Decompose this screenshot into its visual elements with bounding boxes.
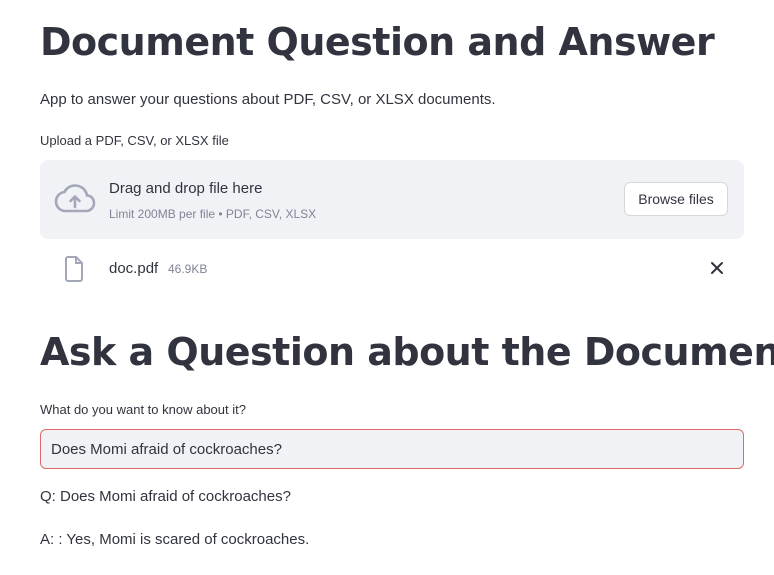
drag-drop-text: Drag and drop file here: [109, 180, 263, 197]
page-title: Document Question and Answer: [40, 20, 715, 64]
file-uploader-dropzone[interactable]: Drag and drop file here Limit 200MB per …: [40, 160, 744, 239]
cloud-upload-icon: [54, 184, 96, 213]
uploader-label: Upload a PDF, CSV, or XLSX file: [40, 133, 229, 148]
answer-text: A: : Yes, Momi is scared of cockroaches.: [40, 531, 310, 548]
page: Document Question and Answer App to answ…: [0, 0, 774, 575]
file-icon: [65, 256, 83, 282]
uploaded-file-name: doc.pdf: [109, 260, 159, 277]
question-section-title: Ask a Question about the Document: [40, 330, 774, 374]
close-icon[interactable]: [708, 259, 726, 277]
question-echo-text: Q: Does Momi afraid of cockroaches?: [40, 488, 291, 505]
question-input-label: What do you want to know about it?: [40, 402, 246, 417]
browse-files-button[interactable]: Browse files: [624, 182, 728, 216]
uploaded-file-row: doc.pdf 46.9KB: [40, 250, 744, 286]
uploaded-file-size: 46.9KB: [168, 262, 208, 276]
question-input[interactable]: [40, 429, 744, 469]
page-subtitle: App to answer your questions about PDF, …: [40, 91, 496, 108]
upload-limit-text: Limit 200MB per file • PDF, CSV, XLSX: [109, 207, 317, 221]
